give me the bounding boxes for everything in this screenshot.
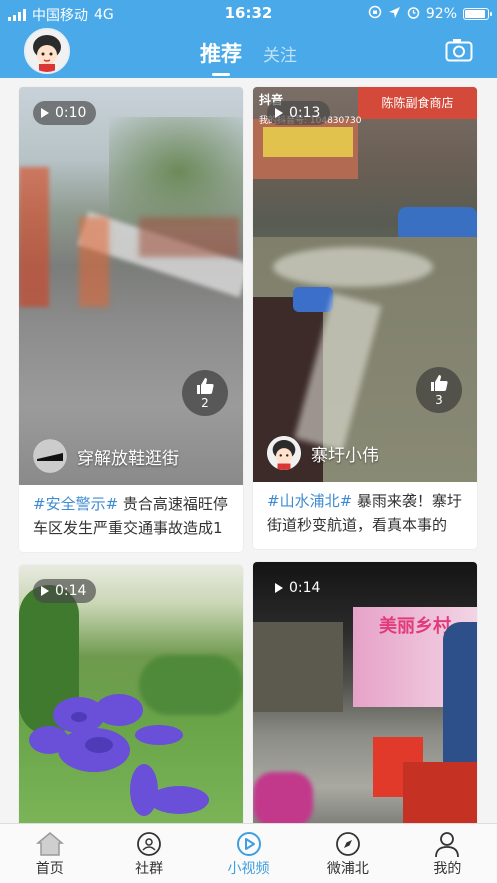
video-card[interactable]: 美丽乡村 0:14 [253,562,477,827]
battery-percent: 92% [425,6,457,22]
like-button[interactable]: 2 [182,370,228,416]
camera-icon[interactable] [445,38,473,62]
bottom-nav: 首页 社群 小视频 微浦北 我的 [0,823,497,883]
compass-icon [298,830,397,858]
tab-recommend[interactable]: 推荐 [200,38,242,76]
nav-home[interactable]: 首页 [0,824,99,883]
alarm-icon [407,6,420,23]
video-card[interactable]: 0:10 2 穿解放鞋逛街 #安全警示# 贵合高速福旺停车区发生严重交通事故造成… [19,87,243,552]
author-info[interactable]: 寨圩小伟 [267,436,379,470]
author-name[interactable]: 寨圩小伟 [311,441,379,466]
like-count: 2 [201,396,209,410]
duration-badge: 0:13 [267,101,331,125]
video-card[interactable]: 0:14 [19,565,243,827]
thumbs-up-icon [197,378,214,394]
play-icon [199,830,298,858]
location-icon [388,6,401,23]
video-thumbnail[interactable] [19,87,243,485]
person-icon [398,830,497,858]
video-card[interactable]: 陈陈副食商店 抖音 我的抖音号: 104830730 0:13 3 寨圩小伟 #… [253,87,477,549]
battery-icon [463,8,492,20]
nav-mine[interactable]: 我的 [398,824,497,883]
video-thumbnail[interactable]: 陈陈副食商店 抖音 我的抖音号: 104830730 [253,87,477,482]
video-thumbnail[interactable]: 美丽乡村 [253,562,477,827]
shop-sign: 陈陈副食商店 [358,87,477,119]
nav-community[interactable]: 社群 [99,824,198,883]
flower-image [29,694,209,816]
duration-badge: 0:14 [267,576,330,600]
like-count: 3 [435,393,443,407]
top-header: 中国移动 4G 16:32 92% 推荐 关注 [0,0,497,78]
play-icon [275,583,283,593]
play-icon [41,108,49,118]
duration-badge: 0:10 [33,101,97,125]
like-button[interactable]: 3 [416,367,462,413]
nav-short-video[interactable]: 小视频 [199,824,298,883]
home-icon [0,830,99,858]
play-icon [275,108,283,118]
author-avatar[interactable] [267,436,301,470]
play-icon [41,586,49,596]
video-caption[interactable]: #安全警示# 贵合高速福旺停车区发生严重交通事故造成1 [33,492,235,540]
duration-badge: 0:14 [33,579,97,603]
author-name[interactable]: 穿解放鞋逛街 [77,444,179,469]
thumbs-up-icon [431,375,448,391]
status-bar: 中国移动 4G 16:32 92% [0,0,497,26]
rotation-lock-icon [368,5,382,23]
community-icon [99,830,198,858]
tab-follow[interactable]: 关注 [263,41,297,66]
video-caption[interactable]: #山水浦北# 暴雨来袭！寨圩街道秒变航道，看真本事的 [267,489,469,537]
active-tab-indicator [211,73,230,76]
video-thumbnail[interactable] [19,565,243,827]
feed-tabs: 推荐 关注 [0,38,497,76]
nav-weipubei[interactable]: 微浦北 [298,824,397,883]
author-avatar[interactable] [33,439,67,473]
author-info[interactable]: 穿解放鞋逛街 [33,439,179,473]
